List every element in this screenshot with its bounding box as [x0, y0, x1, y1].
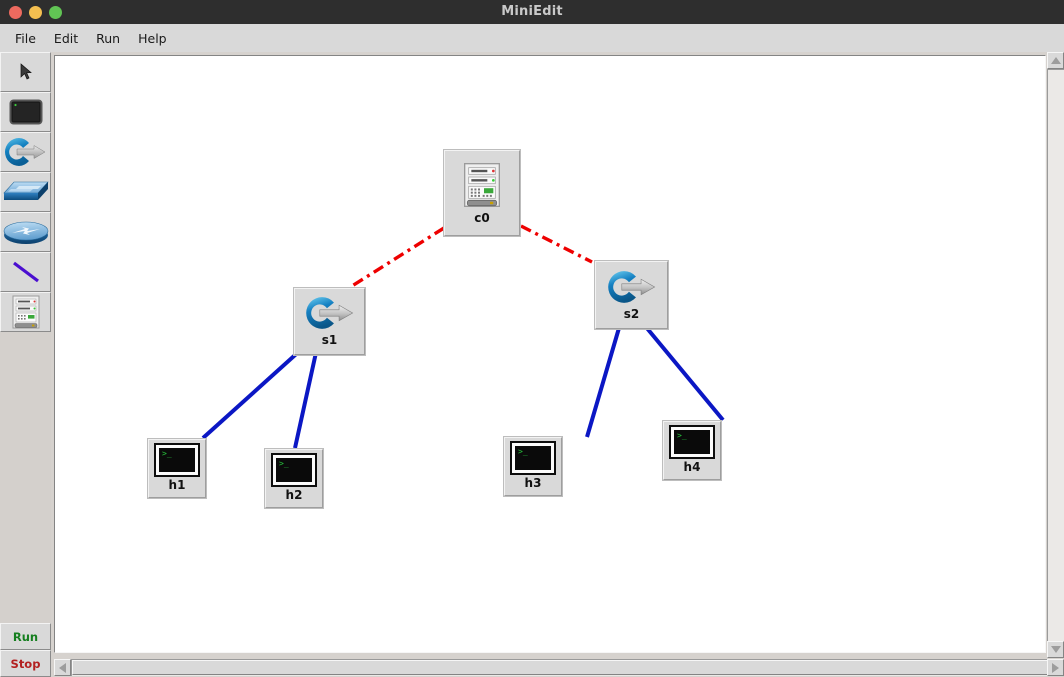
topology-canvas[interactable]: c0 s1 s2 >_ h1 >_ h2 >_ h3 >_ h4	[54, 55, 1046, 653]
miniedit-window: MiniEdit File Edit Run Help Run Stop c0 …	[0, 0, 1064, 677]
link-s1-h1[interactable]	[201, 345, 306, 440]
terminal-screen	[271, 453, 317, 487]
tool-controller[interactable]	[0, 292, 51, 332]
tool-legacy-switch[interactable]	[0, 172, 51, 212]
node-label: h3	[524, 476, 542, 490]
node-s2[interactable]: s2	[594, 260, 669, 330]
horizontal-scrollbar[interactable]	[51, 658, 1064, 677]
horizontal-scroll-trough[interactable]	[71, 659, 1048, 676]
tool-link[interactable]	[0, 252, 51, 292]
title-bar: MiniEdit	[0, 0, 1064, 24]
switch-icon	[606, 270, 658, 304]
triangle-right-icon	[1052, 662, 1059, 673]
link-c0-s1[interactable]	[351, 226, 445, 288]
node-h2[interactable]: h2	[264, 448, 324, 509]
host-terminal-icon	[9, 99, 43, 125]
triangle-left-icon	[59, 662, 66, 673]
link-s2-h4[interactable]	[644, 325, 725, 422]
application-body: Run Stop c0 s1 s2 >_ h1 >_ h2 >_ h3 >_ h…	[0, 52, 1064, 677]
tool-switch[interactable]	[0, 132, 51, 172]
host-terminal-icon	[154, 443, 200, 477]
node-h3[interactable]: h3	[503, 436, 563, 497]
horizontal-scroll-thumb[interactable]	[72, 660, 1048, 675]
terminal-screen	[669, 425, 715, 459]
menu-file[interactable]: File	[6, 28, 45, 49]
menu-help[interactable]: Help	[129, 28, 176, 49]
scroll-right-button[interactable]	[1047, 659, 1064, 676]
triangle-up-icon	[1050, 57, 1061, 64]
node-label: c0	[474, 210, 490, 225]
host-terminal-icon	[510, 441, 556, 475]
node-label: h2	[285, 488, 303, 502]
stop-button[interactable]: Stop	[0, 650, 51, 677]
vertical-scroll-trough[interactable]	[1047, 69, 1064, 641]
tool-select[interactable]	[0, 52, 51, 92]
link-c0-s2[interactable]	[520, 224, 593, 264]
scroll-down-button[interactable]	[1047, 641, 1064, 658]
run-button[interactable]: Run	[0, 623, 51, 650]
link-line-icon	[9, 259, 43, 285]
menu-run[interactable]: Run	[87, 28, 129, 49]
node-c0[interactable]: c0	[443, 149, 521, 237]
triangle-down-icon	[1050, 646, 1061, 653]
vertical-scrollbar[interactable]	[1047, 52, 1064, 658]
select-arrow-icon	[18, 63, 34, 81]
node-label: h4	[683, 460, 701, 474]
window-title: MiniEdit	[501, 4, 563, 19]
node-h4[interactable]: h4	[662, 420, 722, 481]
legacy-switch-icon	[2, 179, 49, 205]
node-h1[interactable]: h1	[147, 438, 207, 499]
run-stop-controls: Run Stop	[0, 623, 51, 677]
terminal-screen	[154, 443, 200, 477]
legacy-router-icon	[3, 218, 49, 246]
host-terminal-icon	[271, 453, 317, 487]
link-s2-h3[interactable]	[585, 327, 621, 438]
scroll-left-button[interactable]	[54, 659, 71, 676]
switch-icon	[4, 137, 48, 167]
link-s1-h2[interactable]	[293, 347, 319, 449]
canvas-frame: c0 s1 s2 >_ h1 >_ h2 >_ h3 >_ h4	[51, 52, 1064, 677]
node-label: s2	[623, 306, 640, 321]
tool-host[interactable]	[0, 92, 51, 132]
controller-server-icon	[462, 162, 502, 208]
node-label: s1	[321, 333, 338, 347]
terminal-screen	[510, 441, 556, 475]
menu-edit[interactable]: Edit	[45, 28, 87, 49]
node-palette-toolbar: Run Stop	[0, 52, 51, 677]
node-s1[interactable]: s1	[293, 287, 366, 356]
controller-server-icon	[11, 295, 41, 329]
links-layer	[201, 224, 725, 449]
menu-bar: File Edit Run Help	[0, 24, 1064, 52]
scroll-up-button[interactable]	[1047, 52, 1064, 69]
switch-icon	[304, 296, 356, 330]
tool-legacy-router[interactable]	[0, 212, 51, 252]
node-label: h1	[168, 478, 186, 492]
host-terminal-icon	[669, 425, 715, 459]
